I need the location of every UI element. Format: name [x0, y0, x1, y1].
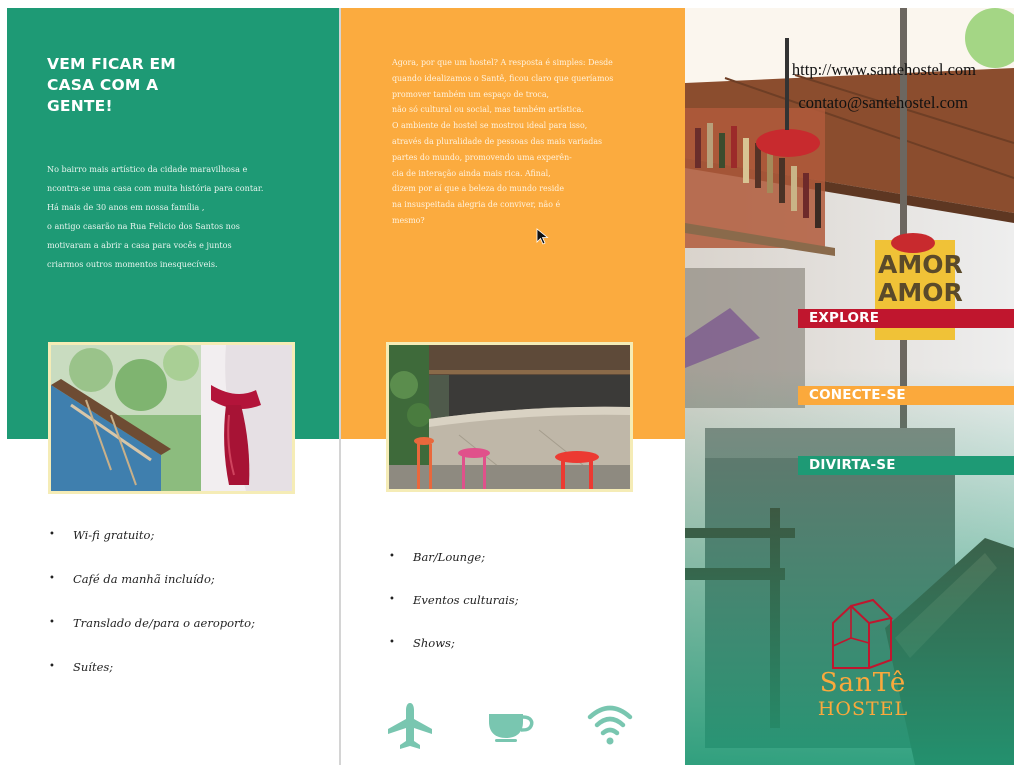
why-hostel-paragraph: Agora, por que um hostel? A resposta é s… [392, 55, 682, 229]
headline-line-2: CASA COM A [47, 76, 159, 94]
panel-headline: VEM FICAR EM CASA COM A GENTE! [47, 54, 176, 117]
why-line: na insuspeitada alegria de conviver, não… [392, 200, 561, 210]
headline-line-1: VEM FICAR EM [47, 55, 176, 73]
why-line: O ambiente de hostel se mostrou ideal pa… [392, 121, 588, 131]
intro-line: o antigo casarão na Rua Felicio dos Sant… [47, 221, 240, 231]
wifi-icon [587, 705, 633, 745]
website-url: http://www.santehostel.com [791, 60, 976, 79]
why-line: promover também um espaço de troca, [392, 89, 550, 99]
sign-text-2: AMOR [878, 278, 963, 307]
sante-hostel-logo: SanTê HOSTEL [803, 598, 923, 738]
why-line: partes do mundo, promovendo uma experên- [392, 152, 572, 162]
intro-line: Há mais de 30 anos em nossa família , [47, 202, 205, 212]
brochure-panel-left: VEM FICAR EM CASA COM A GENTE! No bairro… [7, 8, 339, 765]
why-line: Agora, por que um hostel? A resposta é s… [392, 58, 613, 67]
amenities-list-left: Wi-fi gratuito; Café da manhã incluído; … [47, 527, 255, 703]
logo-subtitle: HOSTEL [817, 698, 909, 720]
intro-line: No bairro mais artístico da cidade marav… [47, 164, 248, 174]
why-line: através da pluralidade de pessoas das ma… [392, 136, 603, 146]
why-line: não só cultural ou social, mas também ar… [392, 105, 584, 115]
list-item: Bar/Lounge; [387, 549, 519, 565]
list-item: Translado de/para o aeroporto; [47, 615, 255, 631]
why-line: dizem por aí que a beleza do mundo resid… [392, 184, 565, 194]
sign-text-1: AMOR [878, 250, 963, 279]
amenities-list-middle: Bar/Lounge; Eventos culturais; Shows; [387, 549, 519, 678]
why-line: mesmo? [392, 215, 425, 225]
intro-line: motivaram a abrir a casa para vocês e ju… [47, 240, 232, 250]
curtain-photo-image [51, 345, 292, 491]
menu-divirta-se: DIVIRTA-SE [798, 456, 1014, 475]
headline-line-3: GENTE! [47, 97, 113, 115]
menu-conecte-se: CONECTE-SE [798, 386, 1014, 405]
coffee-cup-icon [489, 714, 534, 742]
curtain-photo [48, 342, 295, 494]
brochure-panel-middle: Agora, por que um hostel? A resposta é s… [341, 8, 685, 765]
menu-explore: EXPLORE [798, 309, 1014, 328]
house-outline-icon [832, 598, 893, 669]
why-line: quando idealizamos o Santê, ficou claro … [392, 73, 614, 83]
intro-line: ncontra-se uma casa com muita história p… [47, 183, 264, 193]
brochure-panel-right: AMOR AMOR http://www.santehostel.com con… [685, 8, 1014, 765]
logo-wordmark: SanTê [819, 668, 907, 698]
list-item: Shows; [387, 635, 519, 651]
list-item: Eventos culturais; [387, 592, 519, 608]
list-item: Café da manhã incluído; [47, 571, 255, 587]
bar-photo-image [389, 345, 630, 489]
intro-line: criarmos outros momentos inesquecíveis. [47, 259, 218, 269]
intro-paragraph: No bairro mais artístico da cidade marav… [47, 160, 322, 274]
bar-lounge-photo [386, 342, 633, 492]
list-item: Suítes; [47, 659, 255, 675]
contact-email: contato@santehostel.com [798, 93, 968, 112]
mouse-cursor-icon [536, 228, 549, 245]
airplane-icon [388, 703, 432, 749]
why-line: cia de interação ainda mais rica. Afinal… [392, 168, 551, 178]
list-item: Wi-fi gratuito; [47, 527, 255, 543]
